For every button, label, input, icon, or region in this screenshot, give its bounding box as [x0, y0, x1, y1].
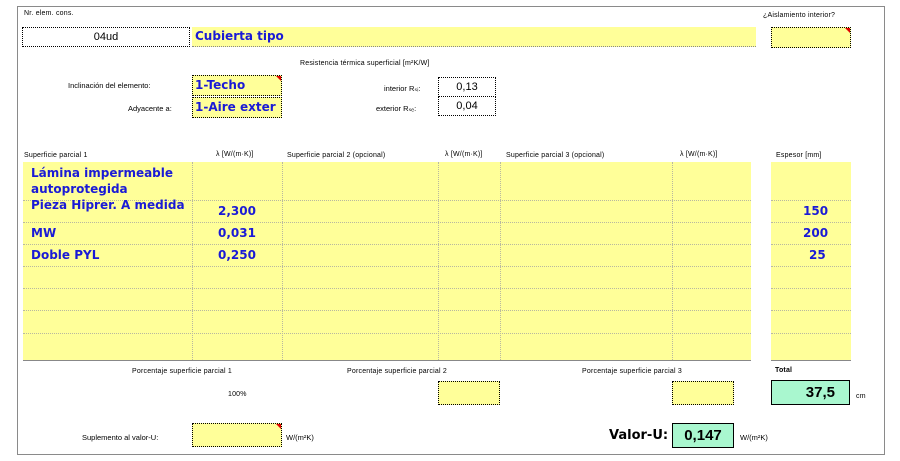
inclinacion-label: Inclinación del elemento: — [68, 81, 151, 90]
grid-v — [672, 162, 673, 360]
table-row-lambda[interactable]: 0,031 — [218, 226, 256, 240]
grid-h — [771, 333, 851, 334]
adyacente-select[interactable]: 1-Aire exter — [192, 97, 282, 118]
grid-h — [771, 200, 851, 201]
interior-rsi-label: interior Rₛᵢ: — [384, 84, 421, 93]
valor-u-label: Valor-U: — [609, 428, 669, 443]
header-sp2: Superficie parcial 2 (opcional) — [287, 152, 386, 159]
aislamiento-label: ¿Aislamiento interior? — [763, 12, 836, 19]
total-value: 37,5 — [771, 380, 850, 405]
resistencia-title: Resistencia térmica superficial [m²K/W] — [300, 60, 430, 67]
table-row-material[interactable]: MW — [31, 226, 56, 240]
inclinacion-select[interactable]: 1-Techo — [192, 75, 282, 96]
valor-u-value: 0,147 — [672, 423, 734, 448]
grid-v — [500, 162, 501, 360]
grid-h — [23, 244, 751, 245]
porcentaje-1-value: 100% — [228, 391, 247, 398]
interior-rsi-value[interactable]: 0,13 — [438, 77, 496, 97]
grid-h — [771, 288, 851, 289]
suplemento-label: Suplemento al valor-U: — [82, 433, 159, 442]
table-row-lambda[interactable]: 0,250 — [218, 248, 256, 262]
valor-u-unit: W/(m²K) — [740, 433, 768, 442]
grid-h — [23, 222, 751, 223]
grid-h — [771, 244, 851, 245]
table-row-material[interactable]: Doble PYL — [31, 248, 99, 262]
suplemento-unit: W/(m²K) — [286, 433, 314, 442]
exterior-rse-value[interactable]: 0,04 — [438, 96, 496, 116]
grid-h — [771, 310, 851, 311]
header-sp3: Superficie parcial 3 (opcional) — [506, 152, 605, 159]
header-lambda3: λ [W/(m·K)] — [680, 151, 718, 158]
table-row-material[interactable]: Lámina impermeable autoprotegida — [31, 165, 191, 197]
grid-h — [771, 222, 851, 223]
total-label: Total — [775, 367, 793, 374]
table-row-material[interactable]: Pieza Hiprer. A medida — [31, 199, 191, 217]
exterior-rse-label: exterior Rₛₑ: — [376, 104, 417, 113]
header-lambda1: λ [W/(m·K)] — [216, 151, 254, 158]
porcentaje-3-field[interactable] — [672, 381, 734, 405]
suplemento-field[interactable] — [192, 423, 282, 447]
nr-elem-field[interactable]: 04ud — [22, 27, 190, 47]
grid-h — [771, 266, 851, 267]
header-sp1: Superficie parcial 1 — [24, 152, 88, 159]
grid-h — [23, 310, 751, 311]
table-row-espesor[interactable]: 150 — [803, 204, 828, 218]
element-name-field[interactable]: Cubierta tipo — [192, 27, 756, 47]
aislamiento-field[interactable] — [771, 27, 851, 48]
grid-h — [23, 288, 751, 289]
porcentaje-3-label: Porcentaje superficie parcial 3 — [582, 368, 682, 375]
grid-h — [23, 266, 751, 267]
total-unit: cm — [856, 393, 866, 400]
table-row-lambda[interactable]: 2,300 — [218, 204, 256, 218]
grid-h — [23, 333, 751, 334]
grid-v — [282, 162, 283, 360]
header-espesor: Espesor [mm] — [776, 152, 822, 159]
table-row-espesor[interactable]: 200 — [803, 226, 828, 240]
table-row-espesor[interactable]: 25 — [809, 248, 826, 262]
nr-elem-label: Nr. elem. cons. — [24, 10, 74, 17]
grid-v — [192, 162, 193, 360]
grid-v — [438, 162, 439, 360]
porcentaje-2-label: Porcentaje superficie parcial 2 — [347, 368, 447, 375]
porcentaje-2-field[interactable] — [438, 381, 500, 405]
porcentaje-1-label: Porcentaje superficie parcial 1 — [132, 368, 232, 375]
header-lambda2: λ [W/(m·K)] — [445, 151, 483, 158]
adyacente-label: Adyacente a: — [128, 104, 172, 113]
